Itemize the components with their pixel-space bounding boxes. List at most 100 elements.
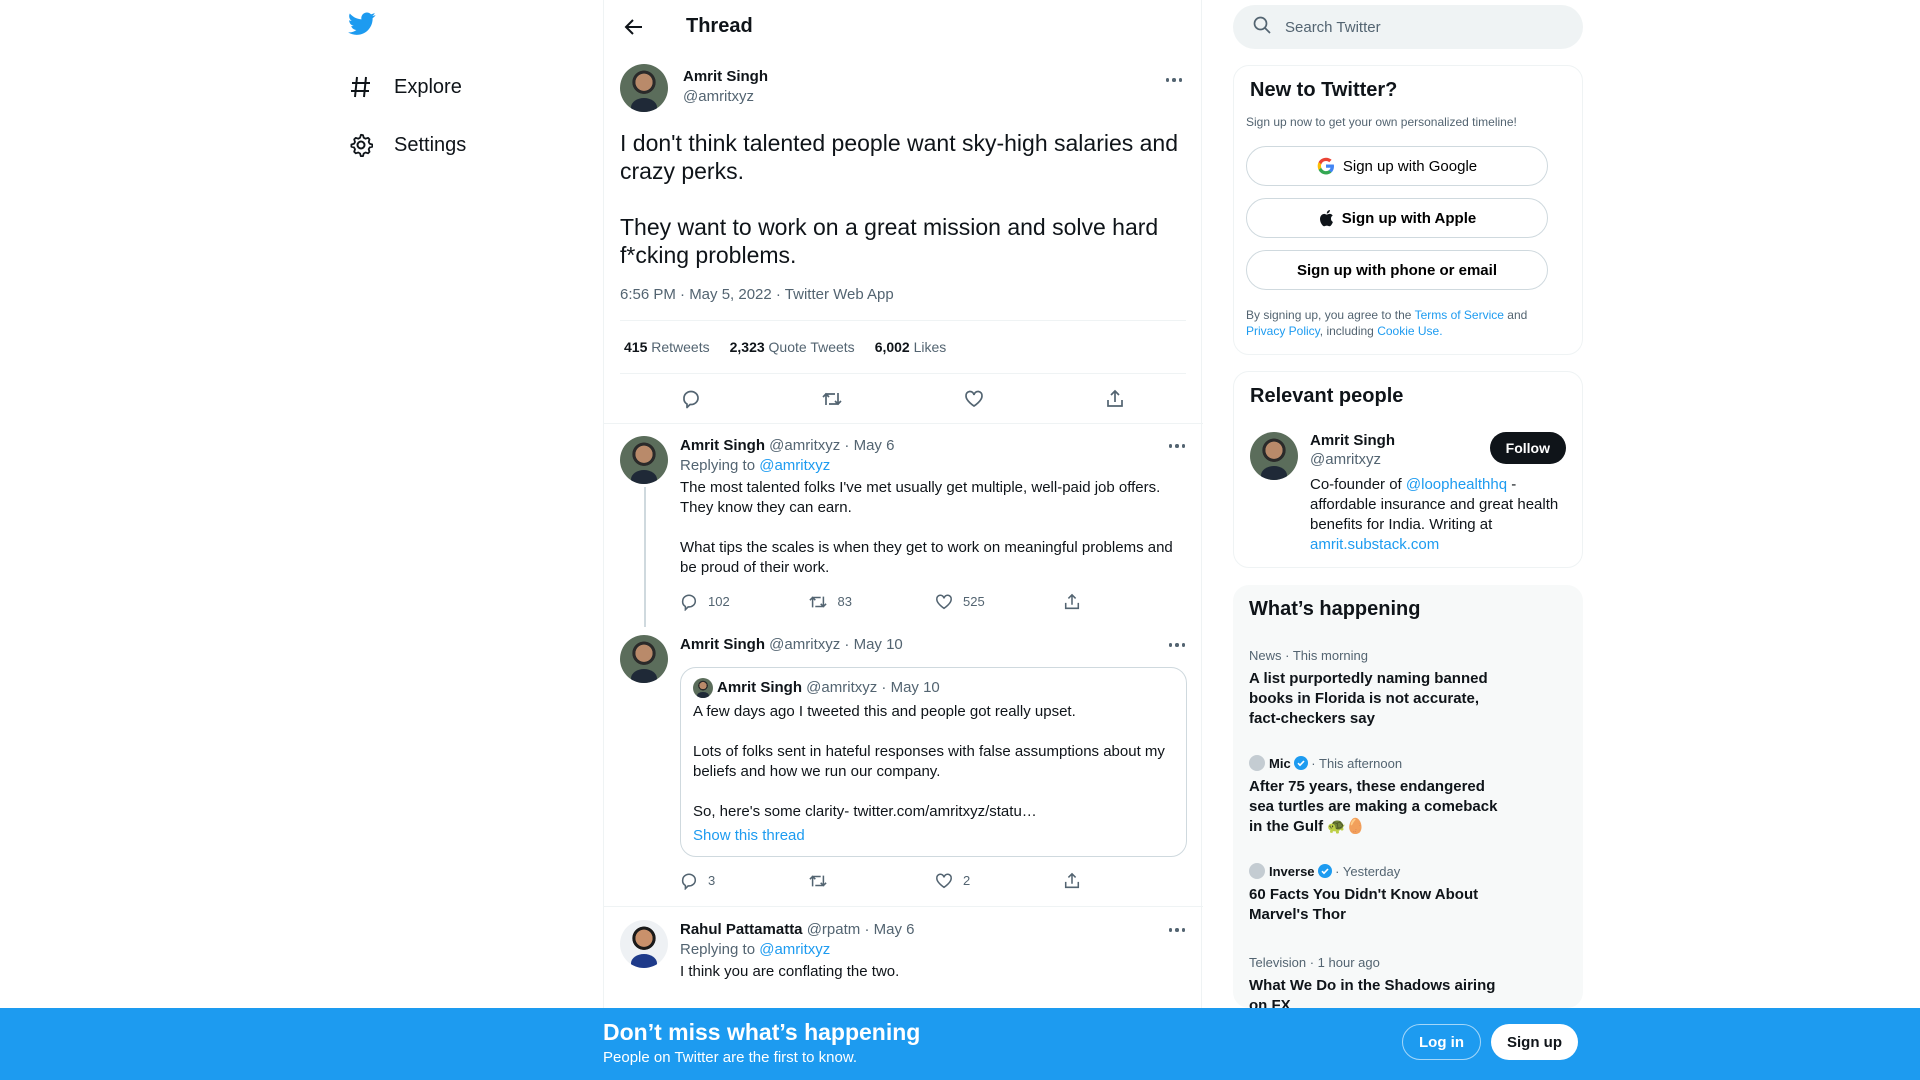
- author-name[interactable]: Amrit Singh: [680, 437, 765, 454]
- reply-text: I think you are conflating the two.: [680, 963, 900, 980]
- avatar[interactable]: [1250, 432, 1298, 480]
- author-name[interactable]: Amrit Singh: [683, 68, 768, 85]
- signup-card: New to Twitter? Sign up now to get your …: [1233, 65, 1583, 355]
- reply-icon[interactable]: [680, 388, 702, 410]
- back-arrow-icon[interactable]: [620, 13, 648, 41]
- retweet-button[interactable]: 83: [808, 592, 936, 612]
- prompt-title: Don’t miss what’s happening: [603, 1019, 921, 1045]
- more-options-icon[interactable]: [1162, 70, 1186, 90]
- avatar: [693, 678, 713, 698]
- author-handle[interactable]: @amritxyz: [683, 88, 754, 105]
- reply-body: Rahul Pattamatta @rpatm · May 6 Replying…: [680, 920, 1190, 982]
- reply-header: Rahul Pattamatta @rpatm · May 6: [680, 920, 1190, 940]
- thread-column: Thread Amrit Singh @amritxyz I don't thi…: [603, 0, 1203, 1080]
- nav-settings[interactable]: Settings: [348, 119, 466, 171]
- privacy-link[interactable]: Privacy Policy: [1246, 324, 1320, 338]
- relevant-people-card: Relevant people Amrit Singh @amritxyz Fo…: [1233, 371, 1583, 568]
- trend-headline: A list purportedly naming banned books i…: [1249, 670, 1488, 727]
- reply-button[interactable]: 102: [680, 592, 808, 612]
- twitter-logo-icon[interactable]: [348, 12, 382, 42]
- person-info: Amrit Singh @amritxyz: [1310, 432, 1395, 468]
- reply-actions: 102 83 525: [680, 592, 1190, 612]
- tweet-date[interactable]: · May 6: [844, 437, 894, 454]
- reply-body: Amrit Singh @amritxyz · May 10 Amrit Sin…: [680, 635, 1190, 891]
- nav-explore-label: Explore: [394, 75, 462, 98]
- thread-header: Thread: [604, 0, 1201, 53]
- bio-url-link[interactable]: amrit.substack.com: [1310, 536, 1439, 553]
- signup-phone-email-button[interactable]: Sign up with phone or email: [1246, 250, 1548, 290]
- author-handle[interactable]: @amritxyz: [769, 636, 840, 653]
- reply-text: The most talented folks I've met usually…: [680, 479, 1173, 576]
- bio-mention-link[interactable]: @loophealthhq: [1406, 476, 1507, 493]
- whats-happening-card: What’s happening News · This morning A l…: [1233, 585, 1583, 1008]
- follow-button[interactable]: Follow: [1489, 432, 1566, 464]
- like-count[interactable]: 6,002 Likes: [875, 339, 947, 355]
- replying-to: Replying to @amritxyz: [680, 941, 831, 958]
- reply-button[interactable]: 3: [680, 871, 808, 891]
- trend-item[interactable]: Television · 1 hour ago What We Do in th…: [1249, 955, 1509, 1008]
- avatar[interactable]: [620, 920, 668, 968]
- trend-meta: News · This morning: [1249, 648, 1368, 663]
- trend-item[interactable]: Inverse · Yesterday 60 Facts You Didn't …: [1249, 863, 1509, 925]
- tweet-stats: 415 Retweets 2,323 Quote Tweets 6,002 Li…: [620, 320, 1186, 374]
- trend-item[interactable]: News · This morning A list purportedly n…: [1249, 648, 1509, 729]
- share-icon[interactable]: [1104, 388, 1126, 410]
- terms-link[interactable]: Terms of Service: [1415, 308, 1504, 322]
- tweet-date[interactable]: · May 10: [844, 636, 902, 653]
- apple-icon: [1318, 209, 1334, 227]
- person-bio: Co-founder of @loophealthhq - affordable…: [1310, 476, 1559, 553]
- signup-button[interactable]: Sign up: [1491, 1024, 1578, 1060]
- cookie-link[interactable]: Cookie Use.: [1377, 324, 1442, 338]
- trend-meta: Mic · This afternoon: [1249, 755, 1509, 771]
- replying-to-link[interactable]: @amritxyz: [759, 457, 830, 474]
- person-name[interactable]: Amrit Singh: [1310, 432, 1395, 449]
- login-button[interactable]: Log in: [1402, 1024, 1481, 1060]
- share-button[interactable]: [1063, 592, 1191, 612]
- avatar[interactable]: [620, 635, 668, 683]
- author-name[interactable]: Rahul Pattamatta: [680, 921, 803, 938]
- signup-google-button[interactable]: Sign up with Google: [1246, 146, 1548, 186]
- search-icon: [1253, 16, 1271, 39]
- avatar[interactable]: [620, 64, 668, 112]
- author-handle[interactable]: @rpatm: [807, 921, 861, 938]
- nav-settings-label: Settings: [394, 133, 467, 156]
- signup-prompt-bar: Don’t miss what’s happening People on Tw…: [0, 1008, 1920, 1080]
- trend-headline: After 75 years, these endangered sea tur…: [1249, 778, 1498, 835]
- share-button[interactable]: [1063, 871, 1191, 891]
- signup-subtitle: Sign up now to get your own personalized…: [1246, 115, 1517, 129]
- trend-meta: Inverse · Yesterday: [1249, 863, 1509, 879]
- search-input[interactable]: [1285, 18, 1545, 36]
- tweet-timestamp[interactable]: 6:56 PM · May 5, 2022 · Twitter Web App: [620, 286, 894, 303]
- avatar[interactable]: [620, 436, 668, 484]
- replying-to-link[interactable]: @amritxyz: [759, 941, 830, 958]
- tweet-actions: [620, 374, 1186, 423]
- retweet-icon[interactable]: [821, 388, 843, 410]
- legal-text: By signing up, you agree to the Terms of…: [1246, 308, 1528, 338]
- quoted-tweet[interactable]: Amrit Singh @amritxyz · May 10 A few day…: [680, 667, 1187, 857]
- search-bar[interactable]: [1233, 5, 1583, 49]
- replying-to: Replying to @amritxyz: [680, 457, 831, 474]
- like-button[interactable]: 525: [935, 592, 1063, 612]
- google-icon: [1317, 157, 1335, 175]
- like-button[interactable]: 2: [935, 871, 1063, 891]
- show-thread-link[interactable]: Show this thread: [693, 826, 1174, 846]
- reply-header: Amrit Singh @amritxyz · May 10: [680, 635, 1190, 655]
- signup-apple-button[interactable]: Sign up with Apple: [1246, 198, 1548, 238]
- author-handle[interactable]: @amritxyz: [769, 437, 840, 454]
- reply-header: Amrit Singh @amritxyz · May 6: [680, 436, 1190, 456]
- nav-explore[interactable]: Explore: [348, 61, 462, 113]
- card-title: New to Twitter?: [1250, 79, 1398, 101]
- tweet-date: · May 10: [881, 679, 940, 696]
- retweet-button[interactable]: [808, 871, 936, 891]
- retweet-count[interactable]: 415 Retweets: [624, 339, 710, 355]
- trend-item[interactable]: Mic · This afternoon After 75 years, the…: [1249, 755, 1509, 837]
- quoted-tweet-header: Amrit Singh @amritxyz · May 10: [693, 678, 1174, 698]
- person-handle[interactable]: @amritxyz: [1310, 451, 1395, 468]
- prompt-subtitle: People on Twitter are the first to know.: [603, 1049, 858, 1066]
- quote-count[interactable]: 2,323 Quote Tweets: [730, 339, 855, 355]
- tweet-date[interactable]: · May 6: [864, 921, 914, 938]
- author-handle: @amritxyz: [806, 679, 878, 696]
- thread-connector: [644, 487, 646, 627]
- like-icon[interactable]: [963, 388, 985, 410]
- author-name[interactable]: Amrit Singh: [680, 636, 765, 653]
